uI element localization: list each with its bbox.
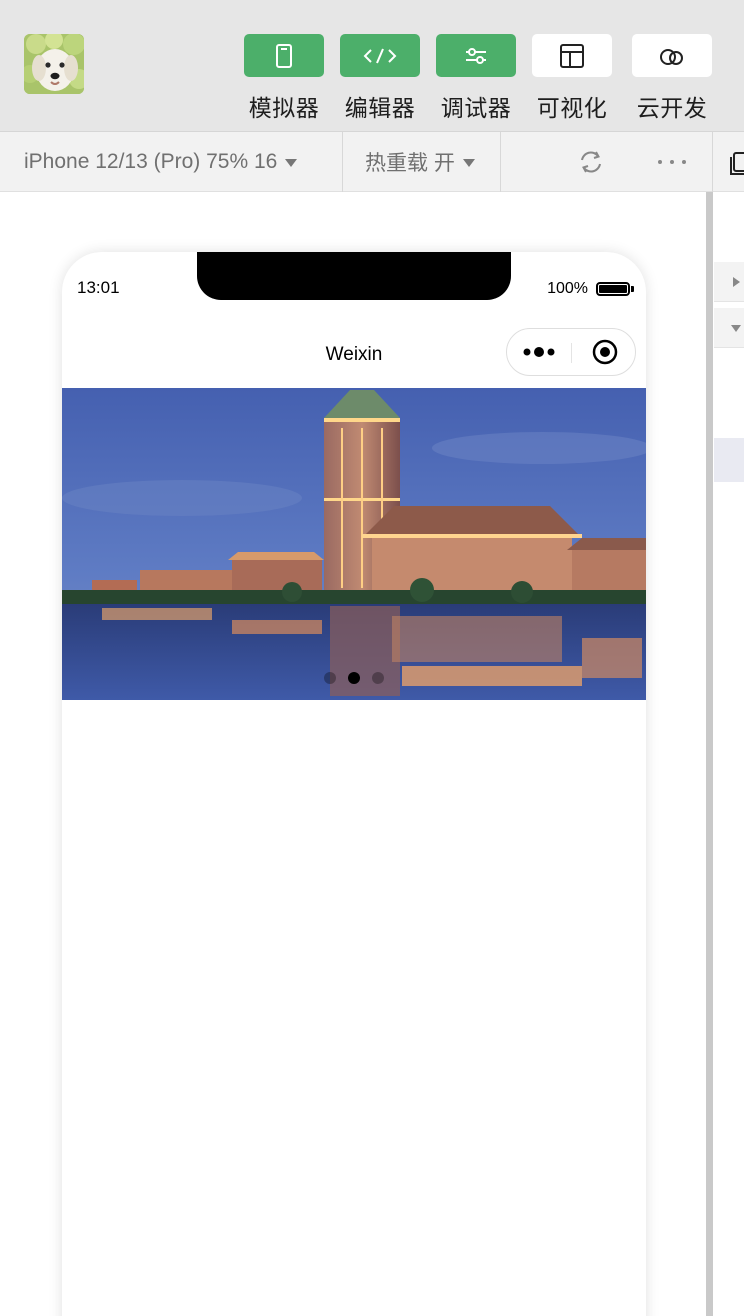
tool-cloud[interactable]: 云开发 [632, 34, 712, 123]
swiper-dot-active[interactable] [348, 672, 360, 684]
divider [500, 132, 501, 192]
campus-night-photo [62, 388, 646, 700]
copy-button[interactable] [728, 132, 744, 192]
tool-simulator[interactable]: 模拟器 [244, 34, 324, 123]
tool-debugger[interactable]: 调试器 [436, 34, 516, 123]
tool-visualize[interactable]: 可视化 [532, 34, 612, 123]
phone-icon [276, 43, 292, 68]
device-selector[interactable]: iPhone 12/13 (Pro) 75% 16 [24, 132, 298, 192]
layout-icon [560, 43, 584, 68]
capsule-menu [506, 328, 636, 376]
phone-notch [197, 252, 511, 300]
tree-row-collapsed[interactable] [714, 262, 744, 302]
image-swiper[interactable] [62, 388, 646, 700]
menu-dots-icon[interactable] [521, 346, 561, 358]
divider [342, 132, 343, 192]
editor-button[interactable] [340, 34, 420, 77]
capsule-divider [571, 343, 572, 363]
debugger-label: 调试器 [440, 96, 512, 122]
tree-row-selected[interactable] [714, 438, 744, 482]
close-target-icon[interactable] [591, 338, 619, 366]
status-time: 13:01 [77, 278, 120, 297]
dog-avatar-image [24, 34, 84, 94]
debugger-button[interactable] [436, 34, 516, 77]
divider [712, 132, 713, 192]
visualize-button[interactable] [532, 34, 612, 77]
rotate-icon [581, 151, 601, 173]
battery-percent: 100% [547, 280, 588, 297]
battery-icon [596, 282, 630, 296]
cloud-label: 云开发 [636, 96, 708, 122]
editor-label: 编辑器 [344, 96, 416, 122]
simulator-label: 模拟器 [248, 96, 320, 122]
swiper-dot[interactable] [372, 672, 384, 684]
visualize-label: 可视化 [536, 96, 608, 122]
hot-reload-selector[interactable]: 热重载 开 [365, 132, 475, 192]
cloud-button[interactable] [632, 34, 712, 77]
rotate-button[interactable] [576, 132, 606, 192]
sliders-icon [466, 47, 486, 64]
hot-reload-label: 热重载 开 [365, 152, 455, 175]
side-panel [712, 192, 744, 1316]
simulator-button[interactable] [244, 34, 324, 77]
swiper-indicators [62, 672, 646, 684]
scrollbar[interactable] [706, 192, 713, 1316]
code-icon [363, 48, 397, 63]
chevron-down-icon [462, 159, 475, 167]
more-icon [658, 160, 686, 164]
chevron-right-icon [733, 277, 740, 287]
avatar[interactable] [24, 34, 84, 94]
more-button[interactable] [656, 132, 688, 192]
top-toolbar: 模拟器 编辑器 调试器 可视化 云开发 [0, 0, 744, 132]
simulator-subbar: iPhone 12/13 (Pro) 75% 16 热重载 开 [0, 132, 744, 192]
copy-icon [730, 152, 744, 175]
status-battery: 100% [547, 280, 634, 298]
chevron-down-icon [285, 159, 298, 167]
phone-simulator: 13:01 100% Weixin [62, 252, 646, 1316]
device-label: iPhone 12/13 (Pro) 75% 16 [24, 150, 278, 173]
tree-row-expanded[interactable] [714, 308, 744, 348]
tool-editor[interactable]: 编辑器 [340, 34, 420, 123]
chevron-down-icon [731, 325, 741, 332]
cloud-icon [660, 48, 683, 65]
devtools-window: 模拟器 编辑器 调试器 可视化 云开发 iPhone 12/13 (Pro) 7… [0, 0, 744, 1316]
swiper-dot[interactable] [324, 672, 336, 684]
